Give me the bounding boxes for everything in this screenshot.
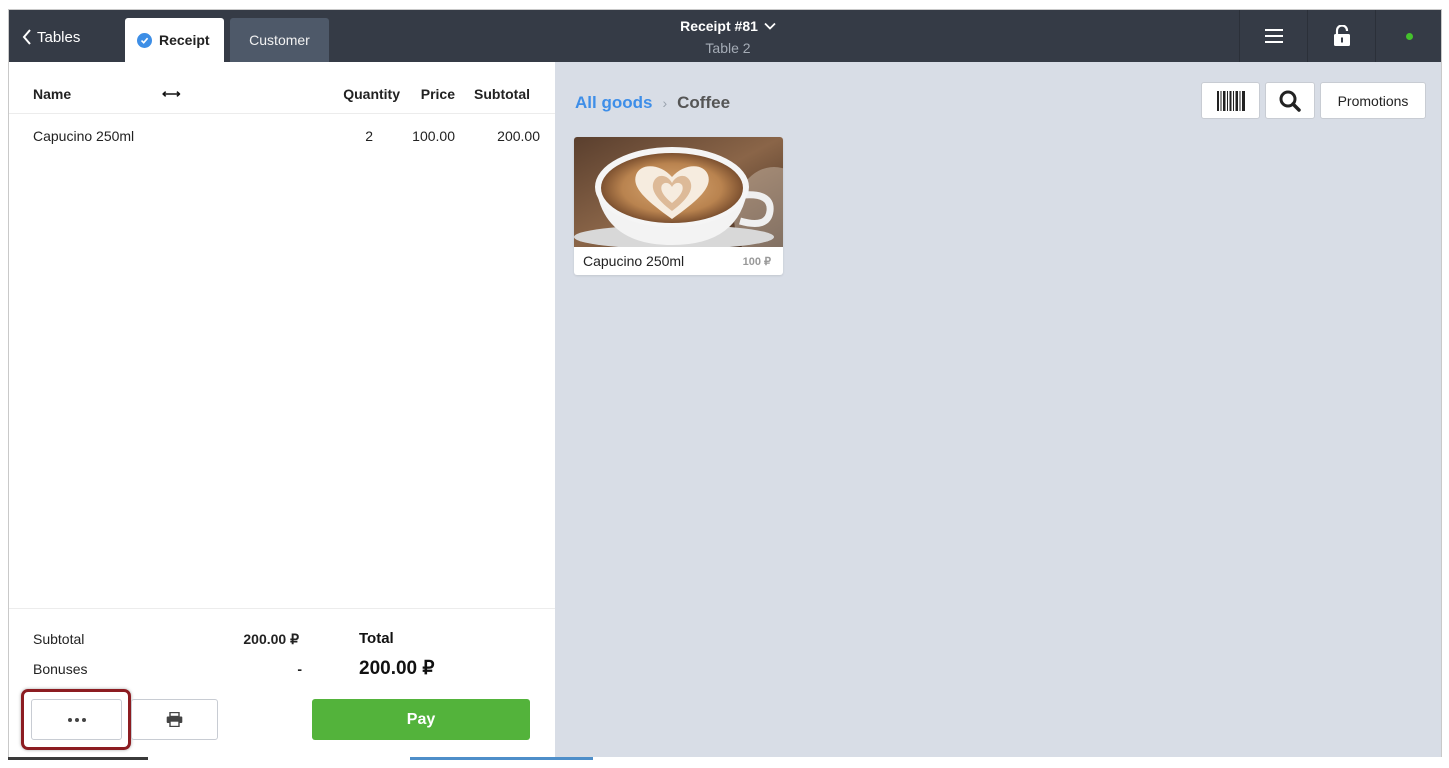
receipt-footer: Subtotal 200.00 ₽ Bonuses - Total 200.00… bbox=[9, 608, 555, 757]
column-subtotal: Subtotal bbox=[474, 86, 530, 102]
online-status-dot bbox=[1406, 32, 1413, 40]
item-name: Capucino 250ml bbox=[33, 128, 135, 144]
tab-customer[interactable]: Customer bbox=[230, 18, 329, 62]
promotions-button[interactable]: Promotions bbox=[1320, 82, 1426, 119]
product-image-cappuccino bbox=[574, 137, 783, 247]
resize-cursor-icon: ⟷ bbox=[162, 86, 181, 101]
chevron-down-icon bbox=[764, 22, 776, 30]
back-to-tables-button[interactable]: Tables bbox=[21, 26, 80, 48]
receipt-row[interactable]: Capucino 250ml 2 100.00 200.00 bbox=[9, 114, 555, 158]
top-bar: Tables Receipt Customer Receipt #81 Tabl… bbox=[9, 10, 1441, 62]
more-actions-button[interactable] bbox=[31, 699, 122, 740]
receipt-title: Receipt #81 bbox=[680, 18, 758, 34]
column-quantity: Quantity bbox=[343, 86, 400, 102]
tab-receipt-label: Receipt bbox=[159, 32, 210, 48]
receipt-table-header: Name ⟷ Quantity Price Subtotal bbox=[9, 62, 555, 114]
column-price: Price bbox=[420, 86, 455, 102]
item-subtotal: 200.00 bbox=[497, 128, 540, 144]
breadcrumb-current: Coffee bbox=[677, 93, 731, 112]
table-subtitle: Table 2 bbox=[705, 40, 751, 56]
more-dots-icon bbox=[67, 717, 86, 722]
top-icon-group bbox=[1239, 10, 1441, 62]
barcode-button[interactable] bbox=[1201, 82, 1260, 119]
printer-icon bbox=[166, 712, 183, 727]
receipt-title-block: Receipt #81 Table 2 bbox=[628, 18, 828, 56]
breadcrumb: All goods › Coffee bbox=[575, 93, 730, 113]
item-quantity: 2 bbox=[365, 128, 373, 144]
chevron-right-icon: › bbox=[662, 95, 668, 111]
menu-button[interactable] bbox=[1239, 10, 1307, 62]
column-name: Name bbox=[33, 86, 72, 102]
lock-button[interactable] bbox=[1307, 10, 1375, 62]
chevron-left-icon bbox=[22, 29, 31, 45]
back-label: Tables bbox=[37, 28, 81, 46]
tab-receipt[interactable]: Receipt bbox=[125, 18, 224, 62]
pay-button[interactable]: Pay bbox=[312, 699, 530, 740]
search-icon bbox=[1279, 90, 1301, 112]
bonuses-value: - bbox=[297, 661, 302, 677]
goods-panel: All goods › Coffee Promotions Capucino 2… bbox=[555, 62, 1441, 757]
tab-customer-label: Customer bbox=[249, 32, 310, 48]
product-name: Capucino 250ml bbox=[583, 253, 685, 269]
receipt-panel: Name ⟷ Quantity Price Subtotal Capucino … bbox=[9, 62, 555, 757]
taskbar-indicator-active bbox=[410, 757, 593, 760]
bonuses-label: Bonuses bbox=[33, 661, 88, 677]
item-price: 100.00 bbox=[412, 128, 455, 144]
subtotal-label: Subtotal bbox=[33, 631, 85, 647]
breadcrumb-all-goods[interactable]: All goods bbox=[575, 93, 652, 113]
product-price: 100 ₽ bbox=[742, 256, 771, 268]
search-button[interactable] bbox=[1265, 82, 1315, 119]
menu-icon bbox=[1264, 29, 1283, 43]
product-card[interactable]: Capucino 250ml 100 ₽ bbox=[574, 137, 783, 275]
receipt-title-dropdown[interactable]: Receipt #81 bbox=[680, 18, 776, 34]
subtotal-value: 200.00 ₽ bbox=[243, 631, 299, 647]
window-bottom-edge bbox=[0, 757, 1449, 768]
connection-status bbox=[1375, 10, 1441, 62]
taskbar-indicator bbox=[8, 757, 148, 760]
app-window: Tables Receipt Customer Receipt #81 Tabl… bbox=[8, 9, 1442, 758]
unlock-icon bbox=[1333, 25, 1350, 46]
print-button[interactable] bbox=[131, 699, 218, 740]
total-label: Total bbox=[359, 630, 394, 647]
check-circle-icon bbox=[137, 32, 152, 48]
barcode-icon bbox=[1216, 90, 1245, 111]
total-value: 200.00 ₽ bbox=[359, 658, 435, 679]
